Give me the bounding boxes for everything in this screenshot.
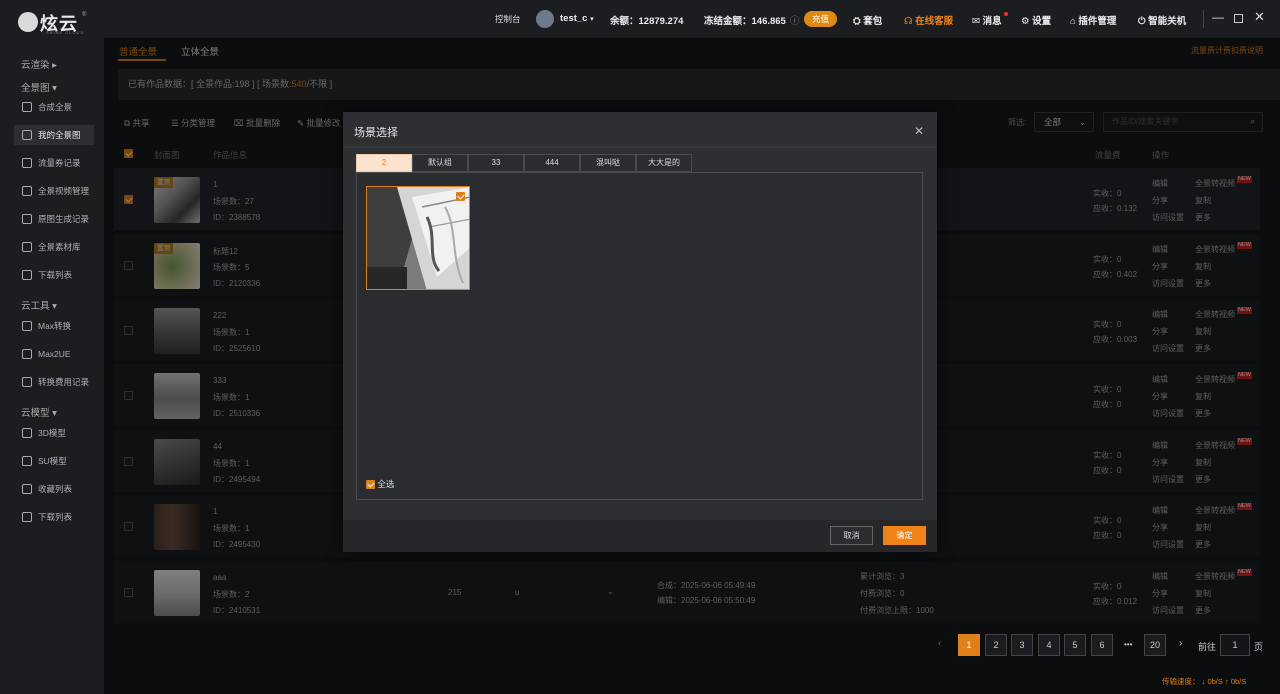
scene-select-dialog: 场景选择 ✕ 2 默认组 33 444 混叫哒 大大是的 全选 取消 确定 [343, 112, 937, 552]
select-all-label: 全选 [377, 479, 395, 489]
power-icon: ⏻ [1138, 16, 1146, 27]
sidebar-item-download[interactable]: 下载列表 [14, 265, 94, 285]
dialog-divider [343, 147, 937, 148]
top-bar: 炫云 SHINE CLOUD ® 控制台 test_c ▾ 余额：12879.2… [0, 0, 1280, 38]
sidebar-section-tools[interactable]: 云工具 ▾ [21, 298, 57, 312]
prev-page-icon[interactable]: ‹ [938, 638, 941, 649]
headset-icon: ☊ [904, 16, 913, 27]
service-button[interactable]: ☊ 在线客服 [904, 13, 953, 27]
unread-dot [1004, 12, 1008, 16]
dialog-title: 场景选择 [354, 127, 398, 139]
arrow-down-icon: ↓ [1201, 677, 1206, 686]
image-icon [22, 130, 32, 140]
tab-group-default[interactable]: 默认组 [412, 154, 468, 172]
close-icon[interactable]: ✕ [914, 124, 924, 138]
record-icon [22, 377, 32, 387]
next-page-icon[interactable]: › [1179, 638, 1182, 649]
username[interactable]: test_c ▾ [560, 13, 594, 24]
sidebar-item-my-panorama[interactable]: 我的全景图 [14, 125, 94, 145]
scene-grid: 全选 [356, 172, 923, 500]
scene-image [367, 187, 469, 289]
compose-icon [22, 102, 32, 112]
page-3[interactable]: 3 [1011, 634, 1033, 656]
tab-group-4[interactable]: 混叫哒 [580, 154, 636, 172]
sidebar-item-compose[interactable]: 合成全景 [14, 97, 94, 117]
select-all-option[interactable]: 全选 [366, 478, 394, 490]
page-1[interactable]: 1 [958, 634, 980, 656]
convert-icon [22, 321, 32, 331]
ticket-icon [22, 158, 32, 168]
su-icon [22, 456, 32, 466]
sidebar-item-download-2[interactable]: 下载列表 [14, 507, 94, 527]
page-unit: 页 [1254, 642, 1264, 652]
fav-icon [22, 484, 32, 494]
logo-subtitle: SHINE CLOUD [46, 30, 85, 35]
arrow-up-icon: ↑ [1224, 677, 1229, 686]
goto-label: 前往 [1198, 642, 1217, 652]
cancel-button[interactable]: 取消 [830, 526, 873, 545]
scene-checkbox[interactable] [456, 192, 465, 201]
divider [1203, 10, 1204, 28]
page-6[interactable]: 6 [1091, 634, 1113, 656]
transfer-speed: 传输速度： ↓ 0b/S ↑ 0b/S [1162, 677, 1247, 686]
sidebar-section-panorama[interactable]: 全景图 ▾ [21, 80, 57, 94]
sidebar: 云渲染 ▸ 全景图 ▾ 合成全景 我的全景图 流量券记录 全景视频管理 原图生成… [0, 38, 104, 694]
minimize-icon[interactable]: — [1212, 10, 1224, 24]
tab-group-5[interactable]: 大大是的 [636, 154, 692, 172]
tab-group-33[interactable]: 33 [468, 154, 524, 172]
page-5[interactable]: 5 [1064, 634, 1086, 656]
package-button[interactable]: ⛭ 套包 [853, 13, 882, 27]
sidebar-item-favorites[interactable]: 收藏列表 [14, 479, 94, 499]
recharge-button[interactable]: 充值 [804, 11, 837, 27]
sidebar-item-convert-record[interactable]: 转换费用记录 [14, 372, 94, 392]
logo-icon [18, 12, 38, 32]
select-all-scenes-checkbox[interactable] [366, 479, 375, 489]
download-icon [22, 270, 32, 280]
page-last[interactable]: 20 [1144, 634, 1166, 656]
cube-icon [22, 428, 32, 438]
sidebar-item-su-model[interactable]: SU模型 [14, 451, 94, 471]
page-2[interactable]: 2 [985, 634, 1007, 656]
help-icon[interactable]: ⓘ [790, 13, 800, 27]
balance: 余额：12879.274 [610, 16, 684, 27]
video-icon [22, 186, 32, 196]
tab-group-2[interactable]: 2 [356, 154, 412, 172]
page-input[interactable]: 1 [1220, 634, 1250, 656]
sidebar-section-render[interactable]: 云渲染 ▸ [21, 57, 57, 71]
sidebar-item-ticket[interactable]: 流量券记录 [14, 153, 94, 173]
registered-mark: ® [82, 12, 87, 18]
message-button[interactable]: ✉ 消息 [972, 13, 1002, 27]
sidebar-item-video[interactable]: 全景视频管理 [14, 181, 94, 201]
sidebar-section-model[interactable]: 云模型 ▾ [21, 405, 57, 419]
sidebar-item-origin[interactable]: 原图生成记录 [14, 209, 94, 229]
plugin-icon: ⌂ [1070, 16, 1076, 27]
plugin-button[interactable]: ⌂ 插件管理 [1070, 13, 1116, 27]
mail-icon: ✉ [972, 16, 980, 27]
sidebar-item-3d-model[interactable]: 3D模型 [14, 423, 94, 443]
confirm-button[interactable]: 确定 [883, 526, 926, 545]
sidebar-item-max-convert[interactable]: Max转换 [14, 316, 94, 336]
frozen-amount: 冻结金额：146.865 [704, 16, 786, 27]
close-icon[interactable]: ✕ [1254, 9, 1265, 25]
sidebar-item-material[interactable]: 全景素材库 [14, 237, 94, 257]
page-ellipsis[interactable]: ••• [1124, 640, 1132, 649]
page-4[interactable]: 4 [1038, 634, 1060, 656]
sidebar-item-max2ue[interactable]: Max2UE [14, 344, 94, 364]
doc-icon [22, 214, 32, 224]
upload-icon [22, 242, 32, 252]
avatar[interactable] [536, 10, 554, 28]
ue-icon [22, 349, 32, 359]
chevron-down-icon: ▾ [590, 16, 594, 23]
tab-group-444[interactable]: 444 [524, 154, 580, 172]
maximize-icon[interactable] [1234, 14, 1243, 23]
scene-thumbnail[interactable] [366, 186, 470, 290]
console-link[interactable]: 控制台 [495, 13, 521, 25]
download-icon [22, 512, 32, 522]
shutdown-button[interactable]: ⏻ 智能关机 [1138, 13, 1186, 27]
settings-button[interactable]: ⚙ 设置 [1021, 13, 1051, 27]
gear-icon: ⚙ [1021, 16, 1030, 27]
package-icon: ⛭ [853, 16, 861, 27]
